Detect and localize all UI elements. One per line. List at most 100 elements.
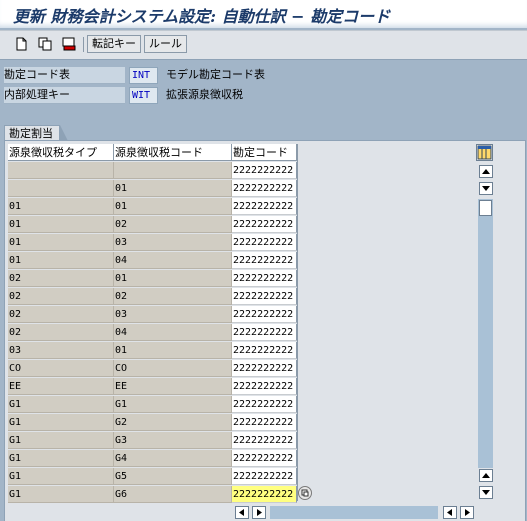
- triangle-down-icon: [480, 183, 492, 194]
- horizontal-scrollbar-track[interactable]: [270, 506, 438, 519]
- cell-withholding-tax-code: 01: [114, 342, 232, 359]
- vertical-scrollbar-track[interactable]: [478, 199, 493, 468]
- cell-withholding-tax-code: G1: [114, 396, 232, 413]
- cell-gl-account[interactable]: 2222222222: [232, 342, 297, 359]
- delete-button[interactable]: [60, 35, 78, 53]
- delete-icon: [61, 37, 77, 51]
- rules-button[interactable]: ルール: [144, 35, 187, 53]
- cell-withholding-tax-code: 02: [114, 216, 232, 233]
- column-header-withholding-tax-type[interactable]: 源泉徴収税タイプ: [8, 144, 114, 161]
- cell-withholding-tax-code: CO: [114, 360, 232, 377]
- new-document-icon: [13, 37, 29, 51]
- account-assignment-tab: 勘定割当: [4, 125, 68, 141]
- cell-gl-account[interactable]: 2222222222: [232, 450, 297, 467]
- chart-of-accounts-field[interactable]: INT: [129, 67, 158, 84]
- cell-withholding-tax-type: 01: [8, 234, 114, 251]
- title-bar: 更新 財務会計システム設定: 自動仕訳 − 勘定コード: [0, 0, 527, 28]
- cell-gl-account[interactable]: 2222222222: [232, 162, 297, 179]
- column-header-gl-account[interactable]: 勘定コード: [232, 144, 297, 161]
- column-header-withholding-tax-code[interactable]: 源泉徴収税コード: [114, 144, 232, 161]
- copy-as-button[interactable]: [36, 35, 54, 53]
- triangle-right-icon: [461, 507, 473, 518]
- cell-withholding-tax-code: 02: [114, 288, 232, 305]
- cell-withholding-tax-type: [8, 162, 114, 179]
- scroll-top-button[interactable]: [479, 165, 493, 178]
- value-help-button[interactable]: [298, 486, 312, 500]
- cell-gl-account[interactable]: 2222222222: [232, 234, 297, 251]
- cell-withholding-tax-code: 01: [114, 180, 232, 197]
- cell-gl-account[interactable]: 2222222222: [232, 306, 297, 323]
- cell-withholding-tax-type: 01: [8, 216, 114, 233]
- cell-withholding-tax-code: G3: [114, 432, 232, 449]
- triangle-right-icon: [253, 507, 265, 518]
- process-key-field[interactable]: WIT: [129, 87, 158, 104]
- cell-withholding-tax-code: 04: [114, 324, 232, 341]
- cell-gl-account[interactable]: 2222222222: [232, 378, 297, 395]
- cell-gl-account[interactable]: 2222222222: [232, 468, 297, 485]
- cell-withholding-tax-code: 01: [114, 270, 232, 287]
- cell-gl-account[interactable]: 2222222222: [232, 396, 297, 413]
- cell-withholding-tax-code: G2: [114, 414, 232, 431]
- scroll-down-page-button[interactable]: [479, 182, 493, 195]
- cell-withholding-tax-type: G1: [8, 432, 114, 449]
- cell-withholding-tax-type: 02: [8, 324, 114, 341]
- cell-gl-account[interactable]: 2222222222: [232, 270, 297, 287]
- cell-gl-account[interactable]: 2222222222: [232, 432, 297, 449]
- cell-withholding-tax-type: CO: [8, 360, 114, 377]
- toolbar-separator: [83, 37, 84, 52]
- cell-withholding-tax-type: 03: [8, 342, 114, 359]
- cell-withholding-tax-type: 02: [8, 306, 114, 323]
- cell-gl-account[interactable]: 2222222222: [232, 198, 297, 215]
- chart-of-accounts-description: モデル勘定コード表: [166, 68, 265, 81]
- cell-withholding-tax-type: 01: [8, 198, 114, 215]
- cell-withholding-tax-code: EE: [114, 378, 232, 395]
- copy-icon: [37, 37, 53, 51]
- cell-withholding-tax-type: G1: [8, 414, 114, 431]
- cell-gl-account[interactable]: 2222222222: [232, 360, 297, 377]
- cell-withholding-tax-type: G1: [8, 450, 114, 467]
- window-title: 更新 財務会計システム設定: 自動仕訳 − 勘定コード: [13, 7, 391, 26]
- cell-gl-account[interactable]: 2222222222: [232, 414, 297, 431]
- table-settings-icon: [477, 145, 492, 163]
- cell-withholding-tax-type: 02: [8, 270, 114, 287]
- vertical-scrollbar-thumb[interactable]: [479, 200, 492, 216]
- cell-gl-account[interactable]: 2222222222: [232, 288, 297, 305]
- cell-gl-account[interactable]: 2222222222: [232, 180, 297, 197]
- process-key-label: 内部処理キー: [4, 87, 125, 104]
- cell-withholding-tax-type: G1: [8, 396, 114, 413]
- triangle-left-icon: [444, 507, 456, 518]
- cell-gl-account[interactable]: 2222222222: [232, 216, 297, 233]
- triangle-up-icon: [480, 166, 492, 177]
- table-settings-button[interactable]: [476, 144, 493, 161]
- process-key-description: 拡張源泉徴収税: [166, 88, 243, 101]
- posting-key-button[interactable]: 転記キー: [87, 35, 141, 53]
- scroll-right-button[interactable]: [252, 506, 266, 519]
- new-entries-button[interactable]: [12, 35, 30, 53]
- cell-withholding-tax-code: G6: [114, 486, 232, 503]
- cell-withholding-tax-code: 01: [114, 198, 232, 215]
- cell-withholding-tax-type: G1: [8, 486, 114, 503]
- cell-withholding-tax-type: EE: [8, 378, 114, 395]
- scroll-left-end-button[interactable]: [443, 506, 457, 519]
- triangle-down-icon: [480, 487, 492, 498]
- value-help-icon: [299, 489, 311, 502]
- cell-withholding-tax-code: G4: [114, 450, 232, 467]
- chart-of-accounts-label: 勘定コード表: [4, 67, 125, 84]
- cell-withholding-tax-code: G5: [114, 468, 232, 485]
- table-right-border: [297, 144, 298, 501]
- application-toolbar: 転記キー ルール: [0, 30, 527, 60]
- cell-withholding-tax-code: [114, 162, 232, 179]
- cell-withholding-tax-code: 04: [114, 252, 232, 269]
- cell-gl-account[interactable]: 2222222222: [232, 252, 297, 269]
- scroll-right-end-button[interactable]: [460, 506, 474, 519]
- cell-withholding-tax-type: 01: [8, 252, 114, 269]
- scroll-bottom-button[interactable]: [479, 486, 493, 499]
- scroll-left-button[interactable]: [235, 506, 249, 519]
- cell-withholding-tax-type: 02: [8, 288, 114, 305]
- cell-gl-account[interactable]: 2222222222: [232, 486, 297, 503]
- triangle-left-icon: [236, 507, 248, 518]
- cell-gl-account[interactable]: 2222222222: [232, 324, 297, 341]
- cell-withholding-tax-type: [8, 180, 114, 197]
- cell-withholding-tax-code: 03: [114, 306, 232, 323]
- scroll-up-button[interactable]: [479, 469, 493, 482]
